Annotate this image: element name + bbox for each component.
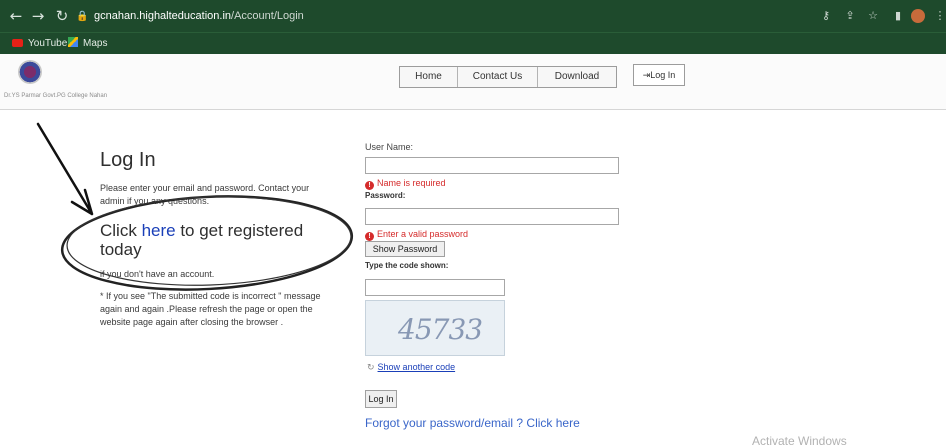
address-bar[interactable]: 🔒 gcnahan.highalteducation.in/Account/Log… <box>76 5 776 27</box>
site-nav: Home Contact Us Download <box>399 66 617 88</box>
submit-login-button[interactable]: Log In <box>365 390 397 408</box>
error-icon: ! <box>365 181 374 190</box>
register-prompt: Click here to get registered today <box>100 221 304 259</box>
nav-contact-us[interactable]: Contact Us <box>458 67 538 87</box>
refresh-icon: ↻ <box>367 363 375 373</box>
back-icon[interactable]: ← <box>6 6 26 26</box>
code-input[interactable] <box>365 279 505 296</box>
captcha-image: 45733 <box>365 300 505 356</box>
windows-watermark: Activate Windows <box>752 434 847 446</box>
no-account-text: if you don't have an account. <box>100 269 215 279</box>
reload-icon[interactable]: ↻ <box>52 6 72 26</box>
username-error: ! Name is required <box>365 178 446 190</box>
menu-icon[interactable]: ⋮ <box>932 8 946 24</box>
page-title: Log In <box>100 149 156 171</box>
url-path: /Account/Login <box>231 10 304 22</box>
url-host: gcnahan.highalteducation.in <box>94 10 232 22</box>
browser-toolbar: ← → ↻ 🔒 gcnahan.highalteducation.in/Accou… <box>0 0 946 32</box>
forgot-link[interactable]: Forgot your password/email ? Click here <box>365 416 580 430</box>
note-line-1: * If you see "The submitted code is inco… <box>100 291 321 301</box>
college-name: Dr.YS Parmar Govt.PG College Nahan <box>4 93 108 99</box>
note-line-2: again and again .Please refresh the page… <box>100 304 313 314</box>
show-password-button[interactable]: Show Password <box>365 241 445 257</box>
key-icon[interactable]: ⚷ <box>818 8 834 24</box>
username-input[interactable] <box>365 157 619 174</box>
sidebar-icon[interactable]: ▮ <box>890 8 906 24</box>
show-another-code-link[interactable]: Show another code <box>378 362 456 372</box>
maps-icon <box>68 37 78 47</box>
forward-icon[interactable]: → <box>28 6 48 26</box>
password-error: ! Enter a valid password <box>365 229 468 241</box>
lock-icon: 🔒 <box>76 11 89 22</box>
share-icon[interactable]: ⇪ <box>842 8 858 24</box>
error-icon: ! <box>365 232 374 241</box>
bookmark-maps[interactable]: Maps <box>68 36 107 52</box>
note-line-3: website page again after closing the bro… <box>100 317 284 327</box>
youtube-icon <box>12 39 23 47</box>
register-link[interactable]: here <box>142 221 176 240</box>
site-header: Dr.YS Parmar Govt.PG College Nahan Home … <box>0 54 946 110</box>
bookmarks-bar: YouTube Maps <box>0 32 946 54</box>
star-icon[interactable]: ☆ <box>865 8 881 24</box>
username-label: User Name: <box>365 142 414 152</box>
intro-line-1: Please enter your email and password. Co… <box>100 183 310 193</box>
avatar[interactable] <box>911 9 925 23</box>
bookmark-youtube[interactable]: YouTube <box>12 36 67 52</box>
password-input[interactable] <box>365 208 619 225</box>
intro-line-2: admin if you any questions. <box>100 196 210 206</box>
captcha-text: 45733 <box>398 313 483 346</box>
header-login-button[interactable]: ⇥Log In <box>633 64 685 86</box>
password-label: Password: <box>365 191 406 200</box>
page: Dr.YS Parmar Govt.PG College Nahan Home … <box>0 54 946 446</box>
nav-download[interactable]: Download <box>538 67 616 87</box>
show-another-code[interactable]: ↻ Show another code <box>367 362 455 373</box>
college-logo[interactable] <box>18 60 42 84</box>
code-label: Type the code shown: <box>365 261 449 270</box>
nav-home[interactable]: Home <box>400 67 458 87</box>
